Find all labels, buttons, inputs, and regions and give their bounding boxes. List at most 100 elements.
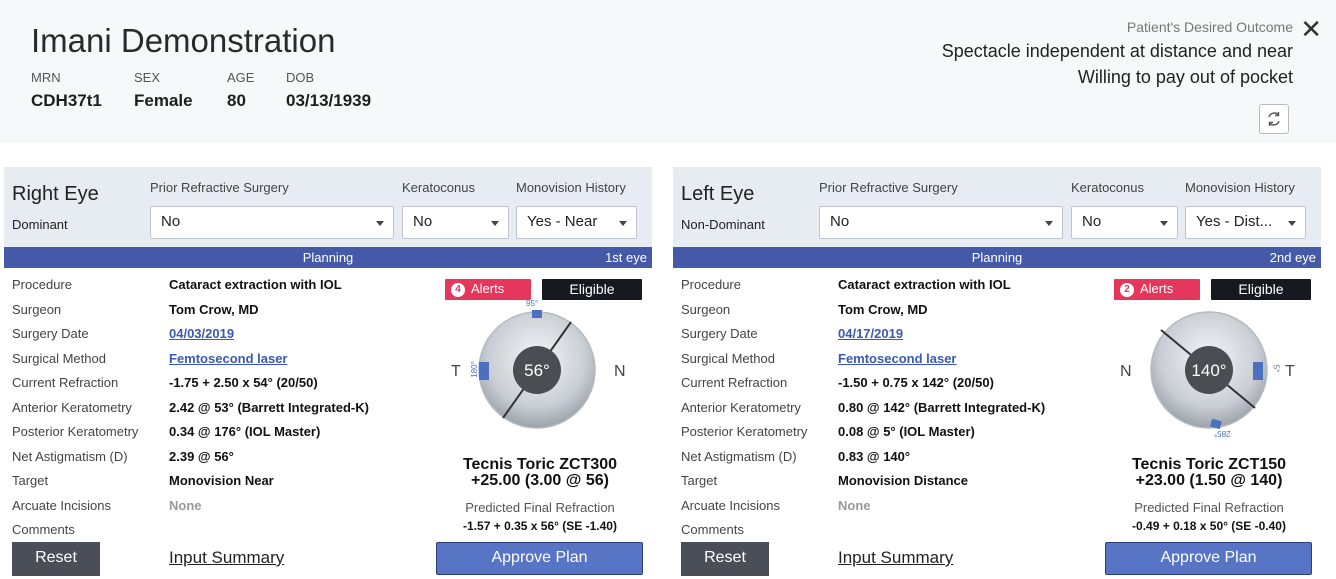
lens-power: +23.00 (1.50 @ 140) — [1135, 472, 1283, 489]
monovision-value: Yes - Near — [527, 213, 598, 230]
alerts-button[interactable]: 4 Alerts — [445, 279, 531, 300]
surgeon-label: Surgeon — [12, 302, 62, 317]
eye-order: 1st eye — [605, 250, 647, 265]
dial-right-label: N — [614, 363, 626, 380]
monovision-value: Yes - Dist... — [1196, 213, 1273, 230]
keratoconus-label: Keratoconus — [1071, 180, 1144, 195]
surgery-date-link[interactable]: 04/17/2019 — [838, 326, 903, 341]
target-label: Target — [681, 473, 718, 488]
left-eye-panel: Left Eye Non-Dominant Prior Refractive S… — [673, 167, 1321, 579]
predicted-refraction-value: -1.57 + 0.35 x 56° (SE -1.40) — [463, 519, 617, 533]
lens-name: Tecnis Toric ZCT300 — [462, 456, 618, 473]
arcuate-incisions-value: None — [169, 498, 202, 513]
predicted-refraction-label: Predicted Final Refraction — [465, 500, 615, 515]
monovision-select[interactable]: Yes - Dist... — [1185, 206, 1306, 239]
input-summary-link[interactable]: Input Summary — [838, 548, 953, 568]
age-value: 80 — [227, 91, 246, 110]
monovision-select[interactable]: Yes - Near — [516, 206, 637, 239]
prior-surgery-value: No — [161, 213, 181, 230]
refresh-icon — [1268, 112, 1280, 126]
eligible-badge: Eligible — [1211, 279, 1311, 300]
surgical-method-link[interactable]: Femtosecond laser — [169, 351, 288, 366]
arcuate-incisions-label: Arcuate Incisions — [681, 498, 780, 513]
posterior-keratometry-value: 0.08 @ 5° (IOL Master) — [838, 424, 975, 439]
target-label: Target — [12, 473, 49, 488]
input-summary-link[interactable]: Input Summary — [169, 548, 284, 568]
keratoconus-select[interactable]: No — [1071, 206, 1178, 239]
eligible-badge: Eligible — [542, 279, 642, 300]
reset-button[interactable]: Reset — [12, 542, 100, 576]
alerts-count-badge: 2 — [1120, 283, 1134, 297]
chevron-down-icon — [619, 221, 627, 226]
posterior-keratometry-label: Posterior Keratometry — [681, 424, 808, 439]
net-astigmatism-label: Net Astigmatism (D) — [12, 449, 128, 464]
comments-label: Comments — [681, 522, 744, 537]
anterior-keratometry-value: 2.42 @ 53° (Barrett Integrated-K) — [169, 400, 369, 415]
eye-settings-bar: Left Eye Non-Dominant Prior Refractive S… — [673, 167, 1321, 247]
procedure-value: Cataract extraction with IOL — [838, 277, 1011, 292]
chevron-down-icon — [1288, 221, 1296, 226]
current-refraction-value: -1.75 + 2.50 x 54° (20/50) — [169, 375, 318, 390]
surgery-date-link[interactable]: 04/03/2019 — [169, 326, 234, 341]
net-astigmatism-value: 2.39 @ 56° — [169, 449, 234, 464]
marker-side-degree: 180° — [469, 361, 479, 378]
current-refraction-label: Current Refraction — [681, 375, 788, 390]
eye-order: 2nd eye — [1269, 250, 1316, 265]
prior-surgery-label: Prior Refractive Surgery — [819, 180, 958, 195]
surgical-method-link[interactable]: Femtosecond laser — [838, 351, 957, 366]
desired-outcome-line: Willing to pay out of pocket — [1077, 67, 1293, 87]
approve-plan-button[interactable]: Approve Plan — [436, 542, 643, 575]
sex-value: Female — [134, 91, 193, 110]
prior-surgery-label: Prior Refractive Surgery — [150, 180, 289, 195]
close-icon[interactable]: ✕ — [1300, 16, 1322, 42]
procedure-label: Procedure — [12, 277, 72, 292]
axis-value: 140° — [1191, 361, 1226, 380]
mrn-label: MRN — [31, 70, 61, 85]
surgeon-value: Tom Crow, MD — [169, 302, 259, 317]
keratoconus-value: No — [413, 213, 433, 230]
marker-side-degree: 5° — [1271, 364, 1281, 373]
surgery-date-label: Surgery Date — [12, 326, 89, 341]
refresh-button[interactable] — [1259, 104, 1289, 134]
alerts-button[interactable]: 2 Alerts — [1114, 279, 1200, 300]
arcuate-incisions-label: Arcuate Incisions — [12, 498, 111, 513]
chevron-down-icon — [491, 221, 499, 226]
predicted-refraction-label: Predicted Final Refraction — [1134, 500, 1284, 515]
planning-title: Planning — [971, 250, 1023, 265]
toric-axis-dial: 140° — [1150, 311, 1268, 430]
surgical-method-label: Surgical Method — [681, 351, 775, 366]
planning-title: Planning — [302, 250, 354, 265]
surgical-method-label: Surgical Method — [12, 351, 106, 366]
eye-dominance: Dominant — [12, 217, 68, 232]
dial-left-label: N — [1120, 363, 1132, 380]
keratoconus-value: No — [1082, 213, 1102, 230]
axis-marker-top — [532, 310, 542, 318]
age-label: AGE — [227, 70, 255, 85]
chevron-down-icon — [376, 221, 384, 226]
approve-plan-button[interactable]: Approve Plan — [1105, 542, 1312, 575]
dial-right-label: T — [1285, 363, 1295, 380]
comments-label: Comments — [12, 522, 75, 537]
prior-surgery-select[interactable]: No — [150, 206, 394, 239]
prior-surgery-select[interactable]: No — [819, 206, 1063, 239]
patient-header: Imani Demonstration MRN CDH37t1 SEX Fema… — [0, 0, 1336, 143]
sex-label: SEX — [134, 70, 161, 85]
desired-outcome-label: Patient's Desired Outcome — [1126, 19, 1293, 35]
alerts-label: Alerts — [1140, 281, 1174, 296]
toric-axis-dial: 56° — [478, 310, 596, 429]
chevron-down-icon — [1160, 221, 1168, 226]
procedure-label: Procedure — [681, 277, 741, 292]
axis-marker-side — [479, 362, 489, 380]
prior-surgery-value: No — [830, 213, 850, 230]
target-value: Monovision Near — [169, 473, 274, 488]
planning-bar: Planning 1st eye — [4, 247, 652, 268]
right-eye-panel: Right Eye Dominant Prior Refractive Surg… — [4, 167, 652, 579]
current-refraction-value: -1.50 + 0.75 x 142° (20/50) — [838, 375, 994, 390]
surgeon-value: Tom Crow, MD — [838, 302, 928, 317]
keratoconus-select[interactable]: No — [402, 206, 509, 239]
arcuate-incisions-value: None — [838, 498, 871, 513]
reset-button[interactable]: Reset — [681, 542, 769, 576]
lens-power: +25.00 (3.00 @ 56) — [471, 472, 609, 489]
predicted-refraction-value: -0.49 + 0.18 x 50° (SE -0.40) — [1132, 519, 1286, 533]
posterior-keratometry-value: 0.34 @ 176° (IOL Master) — [169, 424, 321, 439]
